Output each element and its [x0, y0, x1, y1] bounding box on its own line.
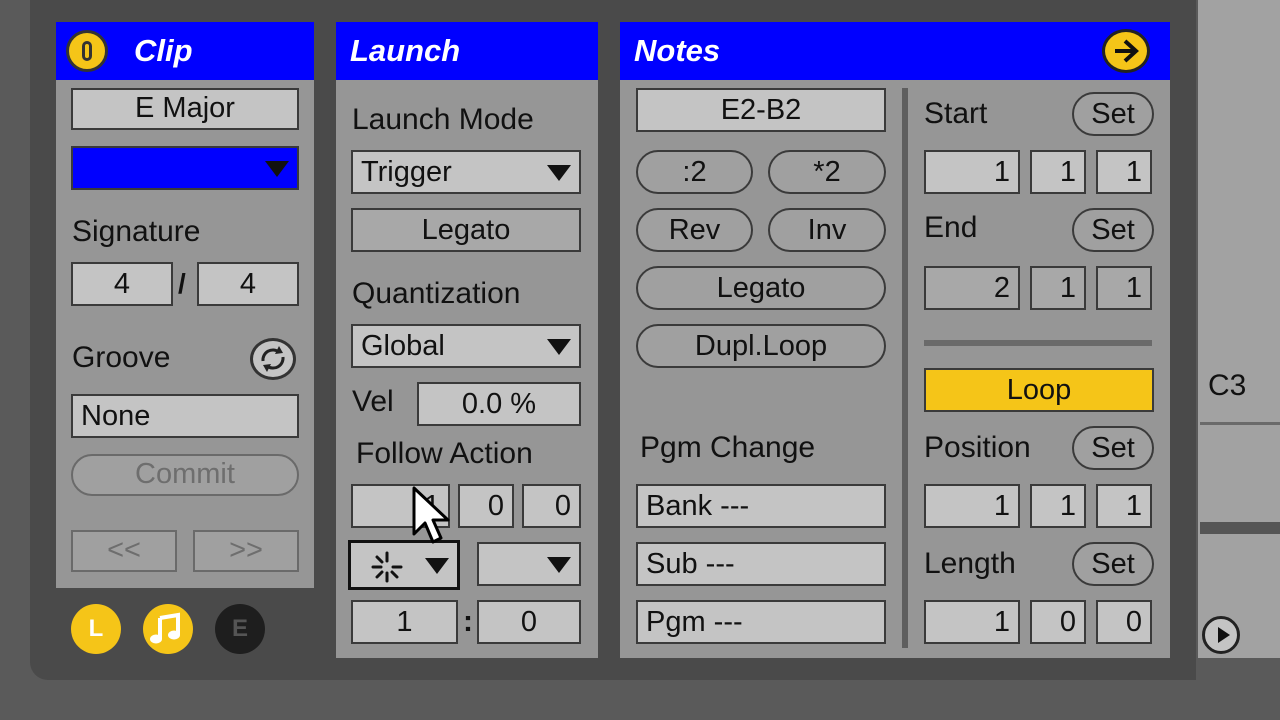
- note-range-field[interactable]: E2-B2: [636, 88, 886, 132]
- length-beats[interactable]: 0: [1030, 600, 1086, 644]
- notes-divider: [902, 88, 908, 648]
- start-set-button[interactable]: Set: [1072, 92, 1154, 136]
- groove-select[interactable]: None: [71, 394, 299, 438]
- quantization-label: Quantization: [352, 277, 521, 310]
- velocity-label: Vel: [352, 385, 394, 418]
- follow-chance-separator: :: [463, 605, 473, 638]
- prev-button[interactable]: <<: [71, 530, 177, 572]
- launch-mode-select[interactable]: Trigger: [351, 150, 581, 194]
- groove-label: Groove: [72, 341, 171, 374]
- position-bars[interactable]: 1: [924, 484, 1020, 528]
- double-length-button[interactable]: *2: [768, 150, 886, 194]
- loop-separator: [924, 340, 1152, 346]
- program-field[interactable]: Pgm ---: [636, 600, 886, 644]
- clip-title: Clip: [134, 33, 193, 68]
- follow-time-sixteenths[interactable]: 0: [522, 484, 581, 528]
- position-set-button[interactable]: Set: [1072, 426, 1154, 470]
- clip-activator-icon[interactable]: [66, 30, 108, 72]
- clip-color-selector[interactable]: [71, 146, 299, 190]
- launch-toggle-button[interactable]: L: [71, 604, 121, 654]
- quantization-value: Global: [361, 330, 445, 362]
- position-beats[interactable]: 1: [1030, 484, 1086, 528]
- arrow-right-icon[interactable]: [1102, 29, 1150, 73]
- signature-numerator[interactable]: 4: [71, 262, 173, 306]
- duplicate-loop-button[interactable]: Dupl.Loop: [636, 324, 886, 368]
- start-beats[interactable]: 1: [1030, 150, 1086, 194]
- pgm-change-label: Pgm Change: [640, 431, 816, 464]
- start-sixteenths[interactable]: 1: [1096, 150, 1152, 194]
- legato-toggle[interactable]: Legato: [351, 208, 581, 252]
- mouse-cursor-icon: [412, 486, 450, 544]
- half-length-button[interactable]: :2: [636, 150, 753, 194]
- clip-header: Clip: [56, 22, 314, 80]
- dropdown-arrow-icon: [547, 165, 571, 181]
- end-beats[interactable]: 1: [1030, 266, 1086, 310]
- dropdown-arrow-icon: [547, 557, 571, 573]
- sub-bank-field[interactable]: Sub ---: [636, 542, 886, 586]
- notes-panel: Notes E2-B2 :2 *2 Rev Inv Legato Dupl.Lo…: [620, 22, 1170, 658]
- position-sixteenths[interactable]: 1: [1096, 484, 1152, 528]
- end-label: End: [924, 211, 978, 244]
- start-label: Start: [924, 97, 988, 130]
- follow-action-a-select[interactable]: [348, 540, 460, 590]
- quantization-select[interactable]: Global: [351, 324, 581, 368]
- editor-scroll-bar[interactable]: [1200, 522, 1280, 534]
- envelope-toggle-button[interactable]: E: [215, 604, 265, 654]
- clip-name-field[interactable]: E Major: [71, 88, 299, 130]
- launch-mode-value: Trigger: [361, 156, 452, 188]
- follow-chance-a[interactable]: 1: [351, 600, 458, 644]
- length-set-button[interactable]: Set: [1072, 542, 1154, 586]
- length-bars[interactable]: 1: [924, 600, 1020, 644]
- next-button[interactable]: >>: [193, 530, 299, 572]
- bank-field[interactable]: Bank ---: [636, 484, 886, 528]
- music-note-icon: [150, 612, 180, 644]
- notes-header: Notes: [620, 22, 1170, 80]
- launch-title: Launch: [350, 33, 461, 68]
- signature-separator: /: [178, 268, 186, 299]
- editor-line: [1200, 422, 1280, 425]
- dropdown-arrow-icon: [425, 558, 449, 574]
- end-set-button[interactable]: Set: [1072, 208, 1154, 252]
- launch-header: Launch: [336, 22, 598, 80]
- follow-chance-b[interactable]: 0: [477, 600, 581, 644]
- note-editor-strip: C3: [1198, 0, 1280, 658]
- dropdown-arrow-icon: [265, 161, 289, 177]
- notes-toggle-button[interactable]: [143, 604, 193, 654]
- length-sixteenths[interactable]: 0: [1096, 600, 1152, 644]
- signature-denominator[interactable]: 4: [197, 262, 299, 306]
- signature-label: Signature: [72, 215, 201, 248]
- play-icon[interactable]: [1202, 616, 1240, 654]
- follow-action-label: Follow Action: [356, 437, 533, 470]
- end-bars[interactable]: 2: [924, 266, 1020, 310]
- length-label: Length: [924, 547, 1016, 580]
- position-label: Position: [924, 431, 1031, 464]
- notes-legato-button[interactable]: Legato: [636, 266, 886, 310]
- groove-hotswap-icon[interactable]: [250, 338, 296, 380]
- follow-action-b-select[interactable]: [477, 542, 581, 586]
- launch-panel: Launch Launch Mode Trigger Legato Quanti…: [336, 22, 598, 658]
- invert-button[interactable]: Inv: [768, 208, 886, 252]
- pitch-label: C3: [1208, 369, 1247, 402]
- clip-panel: Clip E Major Signature 4 / 4 Groove None…: [56, 22, 314, 588]
- notes-title: Notes: [634, 33, 721, 68]
- dropdown-arrow-icon: [547, 339, 571, 355]
- follow-time-beats[interactable]: 0: [458, 484, 514, 528]
- launch-toggle-label: L: [88, 615, 104, 642]
- end-sixteenths[interactable]: 1: [1096, 266, 1152, 310]
- start-bars[interactable]: 1: [924, 150, 1020, 194]
- envelope-toggle-label: E: [231, 615, 248, 642]
- commit-button[interactable]: Commit: [71, 454, 299, 496]
- loop-toggle[interactable]: Loop: [924, 368, 1154, 412]
- reverse-button[interactable]: Rev: [636, 208, 753, 252]
- velocity-field[interactable]: 0.0 %: [417, 382, 581, 426]
- random-action-icon: [371, 551, 403, 583]
- launch-mode-label: Launch Mode: [352, 103, 534, 136]
